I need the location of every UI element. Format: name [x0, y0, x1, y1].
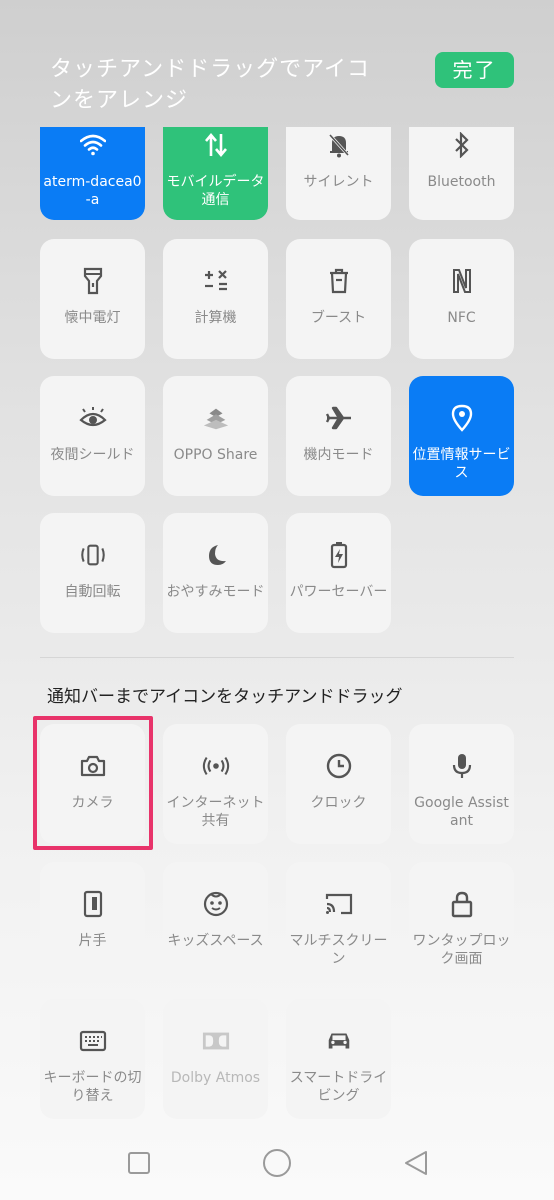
tile-clock[interactable]: クロック	[286, 724, 391, 844]
recent-apps-icon[interactable]	[124, 1148, 154, 1178]
tile-label: おやすみモード	[166, 584, 265, 600]
mobile-data-icon	[202, 131, 230, 159]
tile-night-shield[interactable]: 夜間シールド	[40, 376, 145, 496]
lock-icon	[448, 890, 476, 918]
battery-saver-icon	[325, 541, 353, 569]
tile-label: Dolby Atmos	[170, 1070, 261, 1086]
tile-label: 機内モード	[303, 447, 374, 463]
tile-label: パワーセーバー	[289, 584, 388, 600]
available-section-title: 通知バーまでアイコンをタッチアンドドラッグ	[47, 687, 403, 707]
tile-label: aterm-dacea0-a	[43, 174, 142, 208]
tile-power-saver[interactable]: パワーセーバー	[286, 513, 391, 633]
tile-label: モバイルデータ通信	[166, 174, 265, 208]
clock-icon	[325, 752, 353, 780]
tile-wifi[interactable]: aterm-dacea0-a	[40, 127, 145, 220]
calculator-icon	[202, 267, 230, 295]
cast-icon	[325, 890, 353, 918]
tile-one-tap-lock[interactable]: ワンタップロック画面	[409, 862, 514, 982]
dolby-icon	[202, 1027, 230, 1055]
wifi-icon	[79, 131, 107, 159]
flashlight-icon	[79, 267, 107, 295]
tile-boost[interactable]: ブースト	[286, 239, 391, 359]
tile-multi-screen[interactable]: マルチスクリーン	[286, 862, 391, 982]
tile-label: Bluetooth	[427, 174, 496, 190]
tile-label: キーボードの切り替え	[43, 1070, 142, 1104]
tile-auto-rotate[interactable]: 自動回転	[40, 513, 145, 633]
page-title: タッチアンドドラッグでアイコンをアレンジ	[50, 57, 371, 113]
tile-bluetooth[interactable]: Bluetooth	[409, 127, 514, 220]
rotate-icon	[79, 541, 107, 569]
bell-off-icon	[325, 131, 353, 159]
tile-silent[interactable]: サイレント	[286, 127, 391, 220]
tile-label: 位置情報サービス	[412, 447, 511, 481]
bluetooth-icon	[448, 131, 476, 159]
tile-keyboard-switch[interactable]: キーボードの切り替え	[40, 999, 145, 1119]
tile-do-not-disturb[interactable]: おやすみモード	[163, 513, 268, 633]
tile-label: ブースト	[310, 310, 367, 326]
tile-location[interactable]: 位置情報サービス	[409, 376, 514, 496]
airplane-icon	[325, 404, 353, 432]
tile-kids-space[interactable]: キッズスペース	[163, 862, 268, 982]
back-icon[interactable]	[401, 1148, 431, 1178]
tile-airplane[interactable]: 機内モード	[286, 376, 391, 496]
tile-oppo-share[interactable]: OPPO Share	[163, 376, 268, 496]
tile-calculator[interactable]: 計算機	[163, 239, 268, 359]
tile-label: NFC	[447, 310, 476, 326]
tile-smart-driving[interactable]: スマートドライビング	[286, 999, 391, 1119]
tile-label: OPPO Share	[173, 447, 258, 463]
tile-label: Google Assistant	[414, 795, 509, 829]
section-divider	[40, 657, 514, 658]
tile-label: クロック	[310, 795, 367, 811]
kids-face-icon	[202, 890, 230, 918]
camera-highlight-frame	[33, 716, 153, 850]
microphone-icon	[448, 752, 476, 780]
tile-label: キッズスペース	[167, 933, 264, 949]
navigation-bar	[0, 1130, 554, 1200]
eye-icon	[78, 404, 107, 432]
oppo-share-icon	[202, 404, 230, 432]
tile-mobile-data[interactable]: モバイルデータ通信	[163, 127, 268, 220]
tile-label: 懐中電灯	[64, 310, 121, 326]
keyboard-icon	[79, 1027, 107, 1055]
moon-icon	[202, 541, 230, 569]
tile-label: 自動回転	[64, 584, 121, 600]
one-hand-icon	[79, 890, 107, 918]
tile-label: スマートドライビング	[289, 1070, 388, 1104]
tile-label: マルチスクリーン	[289, 933, 388, 967]
tile-nfc[interactable]: NFC	[409, 239, 514, 359]
hotspot-icon	[202, 752, 230, 780]
car-icon	[325, 1027, 353, 1055]
tile-label: 夜間シールド	[50, 447, 135, 463]
nfc-icon	[448, 267, 476, 295]
tile-google-assistant[interactable]: Google Assistant	[409, 724, 514, 844]
location-icon	[448, 404, 476, 432]
tile-label: サイレント	[303, 174, 374, 190]
done-button[interactable]: 完了	[435, 52, 514, 88]
boost-icon	[325, 267, 353, 295]
tile-dolby-atmos[interactable]: Dolby Atmos	[163, 999, 268, 1119]
tile-hotspot[interactable]: インターネット共有	[163, 724, 268, 844]
tile-one-hand[interactable]: 片手	[40, 862, 145, 982]
header: タッチアンドドラッグでアイコンをアレンジ 完了	[0, 0, 554, 128]
home-icon[interactable]	[262, 1148, 292, 1178]
tile-label: インターネット共有	[166, 795, 265, 829]
tile-label: 計算機	[194, 310, 237, 326]
tile-label: ワンタップロック画面	[412, 933, 511, 967]
tile-flashlight[interactable]: 懐中電灯	[40, 239, 145, 359]
tile-label: 片手	[78, 933, 107, 949]
